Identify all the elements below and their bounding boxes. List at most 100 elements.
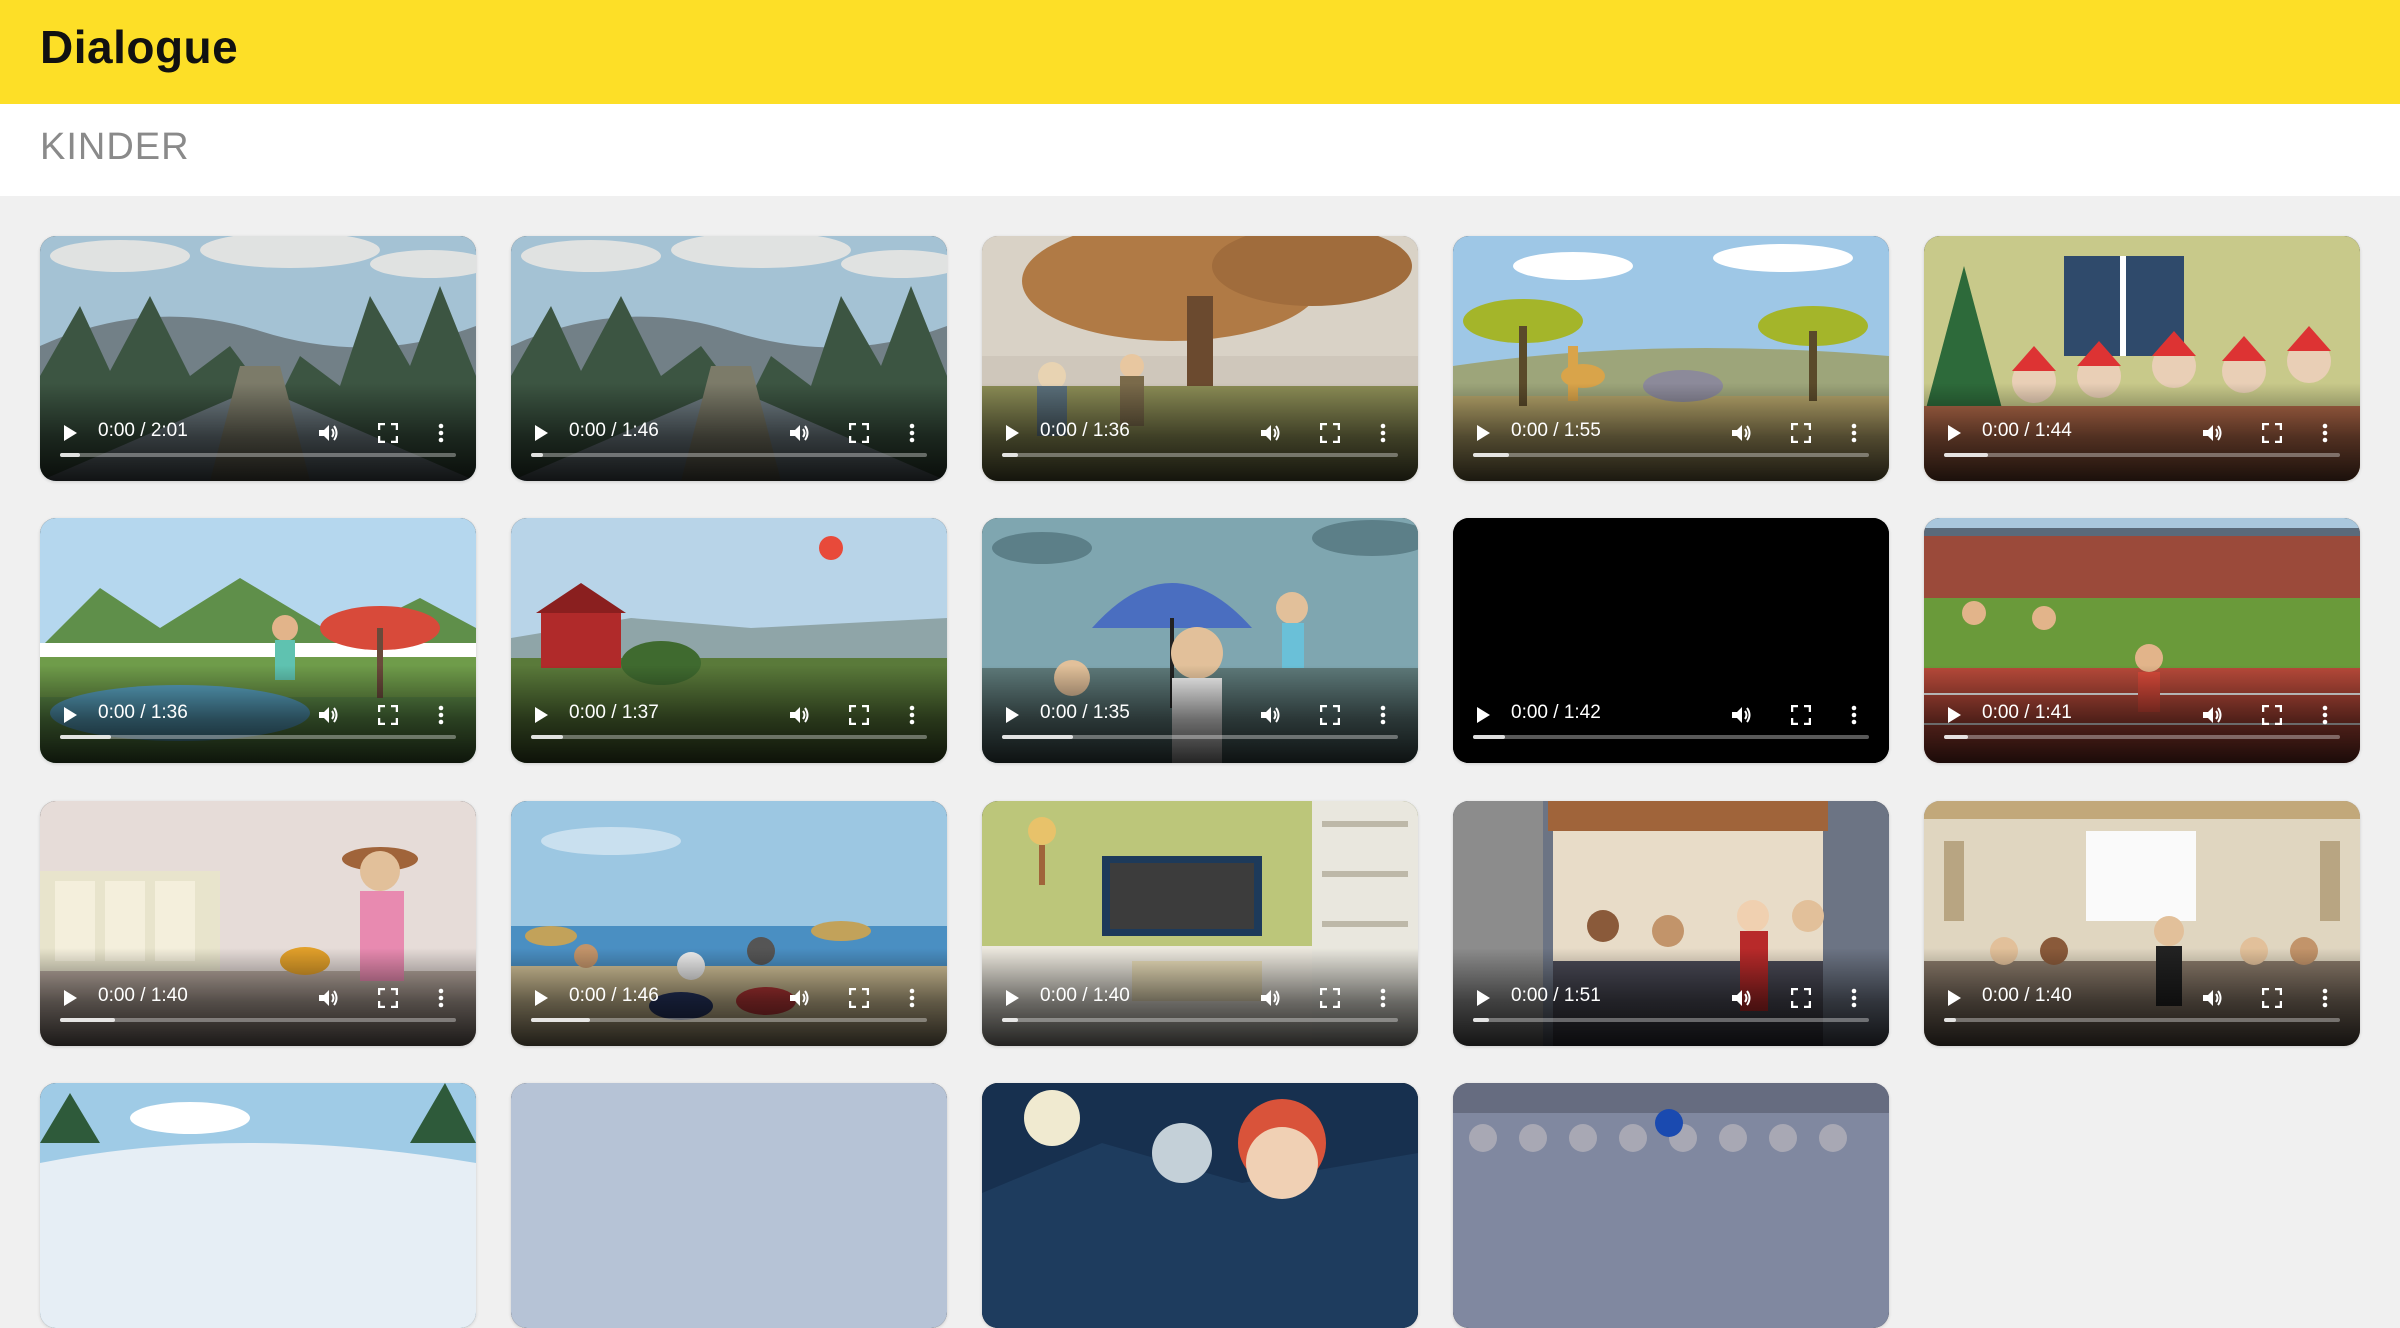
progress-bar[interactable]: [1944, 453, 2340, 457]
more-options-icon[interactable]: [436, 423, 446, 443]
video-controls: 0:00 / 1:40: [40, 948, 476, 1046]
play-icon[interactable]: [1477, 707, 1490, 723]
video-player[interactable]: 0:00 / 1:40: [1924, 801, 2360, 1046]
fullscreen-icon[interactable]: [377, 422, 399, 444]
video-player[interactable]: 0:00 / 1:37: [511, 518, 947, 763]
progress-bar[interactable]: [60, 453, 456, 457]
progress-bar[interactable]: [1002, 735, 1398, 739]
fullscreen-icon[interactable]: [848, 704, 870, 726]
fullscreen-icon[interactable]: [377, 704, 399, 726]
video-player[interactable]: [1453, 1083, 1889, 1328]
fullscreen-icon[interactable]: [1319, 704, 1341, 726]
more-options-icon[interactable]: [1378, 423, 1388, 443]
fullscreen-icon[interactable]: [2261, 987, 2283, 1009]
more-options-icon[interactable]: [1849, 988, 1859, 1008]
video-player[interactable]: 0:00 / 1:35: [982, 518, 1418, 763]
progress-bar[interactable]: [1002, 1018, 1398, 1022]
fullscreen-icon[interactable]: [2261, 704, 2283, 726]
progress-bar[interactable]: [60, 1018, 456, 1022]
more-options-icon[interactable]: [2320, 988, 2330, 1008]
play-icon[interactable]: [1006, 707, 1019, 723]
play-icon[interactable]: [1948, 990, 1961, 1006]
video-player[interactable]: [511, 1083, 947, 1328]
progress-bar[interactable]: [1002, 453, 1398, 457]
more-options-icon[interactable]: [907, 988, 917, 1008]
volume-icon[interactable]: [1260, 705, 1282, 725]
play-icon[interactable]: [1006, 425, 1019, 441]
video-player[interactable]: 0:00 / 1:44: [1924, 236, 2360, 481]
progress-bar[interactable]: [1473, 735, 1869, 739]
video-thumbnail: [1453, 1083, 1889, 1328]
progress-bar[interactable]: [1944, 735, 2340, 739]
more-options-icon[interactable]: [2320, 705, 2330, 725]
more-options-icon[interactable]: [1849, 705, 1859, 725]
progress-bar[interactable]: [531, 735, 927, 739]
fullscreen-icon[interactable]: [848, 987, 870, 1009]
play-icon[interactable]: [535, 707, 548, 723]
volume-icon[interactable]: [2202, 423, 2224, 443]
fullscreen-icon[interactable]: [1319, 987, 1341, 1009]
more-options-icon[interactable]: [2320, 423, 2330, 443]
play-icon[interactable]: [64, 425, 77, 441]
video-player[interactable]: 0:00 / 1:41: [1924, 518, 2360, 763]
progress-bar[interactable]: [531, 453, 927, 457]
fullscreen-icon[interactable]: [1790, 704, 1812, 726]
fullscreen-icon[interactable]: [1790, 987, 1812, 1009]
volume-icon[interactable]: [1260, 988, 1282, 1008]
video-player[interactable]: 0:00 / 1:36: [982, 236, 1418, 481]
volume-icon[interactable]: [1731, 423, 1753, 443]
volume-icon[interactable]: [1731, 705, 1753, 725]
progress-bar[interactable]: [1944, 1018, 2340, 1022]
more-options-icon[interactable]: [1378, 705, 1388, 725]
video-player[interactable]: 0:00 / 1:42: [1453, 518, 1889, 763]
more-options-icon[interactable]: [907, 423, 917, 443]
fullscreen-icon[interactable]: [377, 987, 399, 1009]
fullscreen-icon[interactable]: [1319, 422, 1341, 444]
video-player[interactable]: 0:00 / 1:46: [511, 801, 947, 1046]
video-player[interactable]: 0:00 / 1:51: [1453, 801, 1889, 1046]
video-player[interactable]: 0:00 / 1:40: [40, 801, 476, 1046]
video-player[interactable]: 0:00 / 1:46: [511, 236, 947, 481]
volume-icon[interactable]: [1731, 988, 1753, 1008]
play-icon[interactable]: [1477, 990, 1490, 1006]
volume-icon[interactable]: [789, 988, 811, 1008]
video-player[interactable]: 0:00 / 1:40: [982, 801, 1418, 1046]
more-options-icon[interactable]: [907, 705, 917, 725]
video-player[interactable]: [40, 1083, 476, 1328]
play-icon[interactable]: [1477, 425, 1490, 441]
more-options-icon[interactable]: [436, 705, 446, 725]
volume-icon[interactable]: [789, 705, 811, 725]
video-player[interactable]: 0:00 / 1:36: [40, 518, 476, 763]
volume-icon[interactable]: [2202, 988, 2224, 1008]
time-display: 0:00 / 1:36: [1040, 420, 1130, 441]
volume-icon[interactable]: [318, 988, 340, 1008]
progress-bar[interactable]: [1473, 1018, 1869, 1022]
video-controls: 0:00 / 2:01: [40, 383, 476, 481]
time-display: 0:00 / 1:51: [1511, 985, 1601, 1006]
time-display: 0:00 / 1:40: [1982, 985, 2072, 1006]
play-icon[interactable]: [1948, 425, 1961, 441]
video-player[interactable]: 0:00 / 1:55: [1453, 236, 1889, 481]
more-options-icon[interactable]: [1849, 423, 1859, 443]
progress-bar[interactable]: [1473, 453, 1869, 457]
more-options-icon[interactable]: [436, 988, 446, 1008]
play-icon[interactable]: [1948, 707, 1961, 723]
fullscreen-icon[interactable]: [1790, 422, 1812, 444]
video-player[interactable]: [982, 1083, 1418, 1328]
more-options-icon[interactable]: [1378, 988, 1388, 1008]
volume-icon[interactable]: [789, 423, 811, 443]
volume-icon[interactable]: [318, 423, 340, 443]
progress-bar[interactable]: [60, 735, 456, 739]
play-icon[interactable]: [535, 990, 548, 1006]
play-icon[interactable]: [64, 707, 77, 723]
play-icon[interactable]: [64, 990, 77, 1006]
volume-icon[interactable]: [1260, 423, 1282, 443]
volume-icon[interactable]: [2202, 705, 2224, 725]
progress-bar[interactable]: [531, 1018, 927, 1022]
play-icon[interactable]: [1006, 990, 1019, 1006]
play-icon[interactable]: [535, 425, 548, 441]
fullscreen-icon[interactable]: [848, 422, 870, 444]
volume-icon[interactable]: [318, 705, 340, 725]
fullscreen-icon[interactable]: [2261, 422, 2283, 444]
video-player[interactable]: 0:00 / 2:01: [40, 236, 476, 481]
